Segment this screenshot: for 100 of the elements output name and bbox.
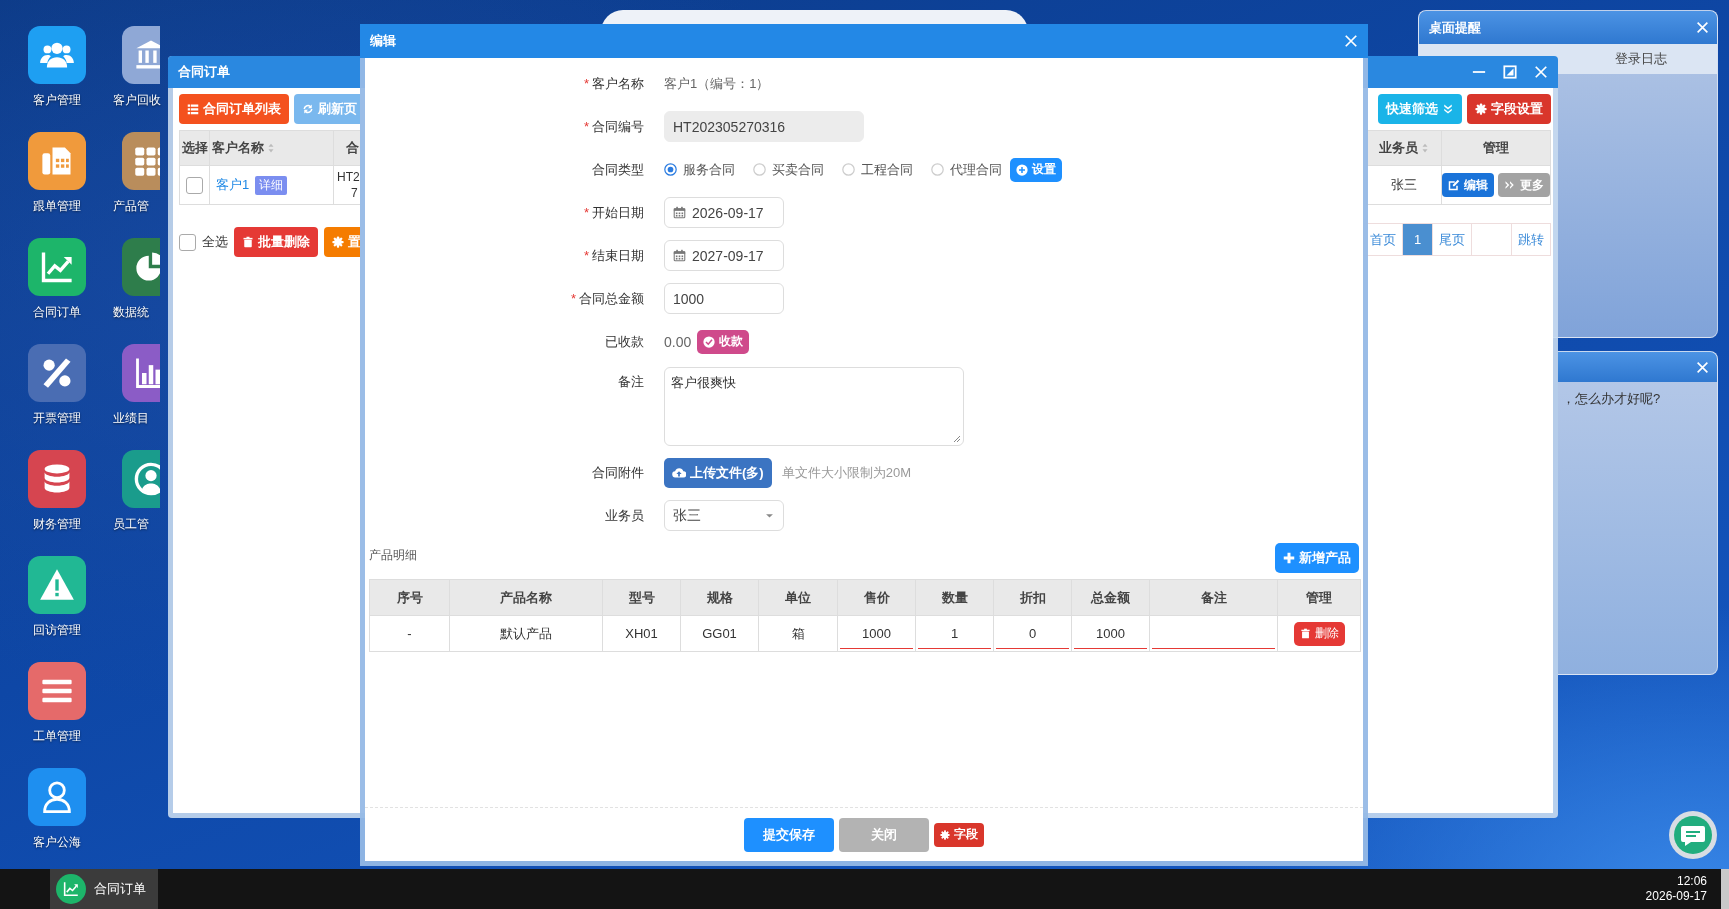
app-label[interactable]: 工单管理 [33,728,81,745]
jump-button[interactable]: 跳转 [1512,224,1551,255]
field-label: 已收款 [604,332,644,351]
column-header: 客户名称 [209,131,333,165]
app-label[interactable]: 回访管理 [33,622,81,639]
dialog-title: 编辑 [370,32,396,50]
page-button[interactable]: 尾页 [1433,224,1472,255]
close-icon[interactable] [1534,65,1548,79]
radio-button[interactable] [931,163,944,176]
taskbar-item[interactable]: 合同订单 [50,869,158,909]
radio-button[interactable] [753,163,766,176]
pie-chart-icon[interactable] [122,238,160,296]
app-label[interactable]: 数据统 [113,304,149,321]
field-label: * 合同总金额 [569,289,644,308]
app-label[interactable]: 开票管理 [33,410,81,427]
date-field[interactable]: 2027-09-17 [664,240,784,271]
database-icon[interactable] [28,450,86,508]
radio-button[interactable] [664,163,677,176]
trash-icon [1299,628,1311,639]
app-label[interactable]: 客户回收 [113,92,161,109]
radio-label[interactable]: 代理合同 [950,160,1002,179]
chat-icon[interactable] [1668,810,1718,860]
close-icon[interactable] [1696,360,1709,374]
text-field[interactable]: 1000 [664,283,784,314]
tab[interactable]: 登录日志 [1615,50,1667,68]
clock-date: 2026-09-17 [1645,889,1707,904]
clock-time: 12:06 [1676,874,1707,889]
column-header: 单位 [758,579,838,616]
list-icon[interactable] [28,662,86,720]
check-circle-icon [703,335,716,348]
edit-icon [1448,179,1460,191]
resize-grip-icon[interactable] [952,434,961,443]
app-label[interactable]: 合同订单 [33,304,81,321]
maximize-icon[interactable] [1503,65,1517,79]
customer-link[interactable]: 客户1 [216,176,250,194]
message-text: ，怎么办才好呢? [1561,390,1662,408]
checkbox[interactable] [186,176,203,194]
app-label[interactable]: 业绩目 [113,410,149,427]
radio-label[interactable]: 服务合同 [683,160,735,179]
table-cell: 箱 [758,615,838,652]
double-chevron-down-icon [1442,103,1454,115]
bulk-action-button[interactable]: 批量删除 [234,227,318,257]
fax-icon[interactable] [28,132,86,190]
column-header: 总金额 [1071,579,1150,616]
field-label: * 客户名称 [582,74,644,93]
window-title: 合同订单 [178,63,230,81]
refresh-icon [302,103,314,115]
radio-label[interactable]: 工程合同 [861,160,913,179]
line-chart-icon [56,874,86,904]
table-cell: GG01 [680,615,759,652]
checkbox-label[interactable]: 全选 [202,233,228,251]
calendar-icon [673,249,686,262]
plus-icon [1283,552,1295,564]
table-cell: XH01 [602,615,681,652]
field-value: 0.00 [664,333,692,350]
app-label[interactable]: 产品管 [113,198,149,215]
bar-chart-icon[interactable] [122,344,160,402]
select-field[interactable]: 张三 [664,500,784,531]
close-icon[interactable] [1344,34,1358,48]
person-icon[interactable] [122,450,160,508]
list-icon [187,103,199,115]
remark-field[interactable]: 客户很爽快 [664,367,964,446]
delete-button[interactable]: 删除 [1293,621,1345,646]
row-action-button[interactable]: 编辑 [1442,173,1494,197]
toolbar-button[interactable]: 字段设置 [1467,94,1551,124]
column-header: 产品名称 [449,579,603,616]
app-label[interactable]: 客户公海 [33,834,81,851]
users-icon[interactable] [28,26,86,84]
bank-icon[interactable] [122,26,160,84]
column-header: 折扣 [993,579,1072,616]
table-cell: HT2 [337,169,360,185]
field-label: 业务员 [604,506,644,525]
warning-icon[interactable] [28,556,86,614]
app-label[interactable]: 跟单管理 [33,198,81,215]
field-label: 合同类型 [591,160,644,179]
line-chart-icon[interactable] [28,238,86,296]
checkbox[interactable] [179,233,196,251]
column-header: 备注 [1149,579,1278,616]
double-chevron-right-icon [1504,179,1516,191]
column-header: 序号 [369,579,450,616]
app-label[interactable]: 财务管理 [33,516,81,533]
radio-label[interactable]: 买卖合同 [772,160,824,179]
radio-button[interactable] [842,163,855,176]
user-icon[interactable] [28,768,86,826]
column-header: 规格 [680,579,759,616]
date-field[interactable]: 2026-09-17 [664,197,784,228]
section-title: 产品明细 [369,546,417,564]
field-label: 备注 [617,373,644,391]
collect-payment-button[interactable]: 收款 [697,329,750,354]
app-label[interactable]: 员工管 [113,516,149,533]
app-label[interactable]: 客户管理 [33,92,81,109]
sort-icon [266,143,276,153]
grid-icon[interactable] [122,132,160,190]
window-title: 桌面提醒 [1429,18,1481,37]
footer-button[interactable]: 字段 [934,822,984,847]
field-label: * 合同编号 [582,117,644,136]
percent-icon[interactable] [28,344,86,402]
column-header: 数量 [915,579,994,616]
upload-button[interactable]: 上传文件(多) [664,457,772,488]
close-icon[interactable] [1696,21,1709,34]
